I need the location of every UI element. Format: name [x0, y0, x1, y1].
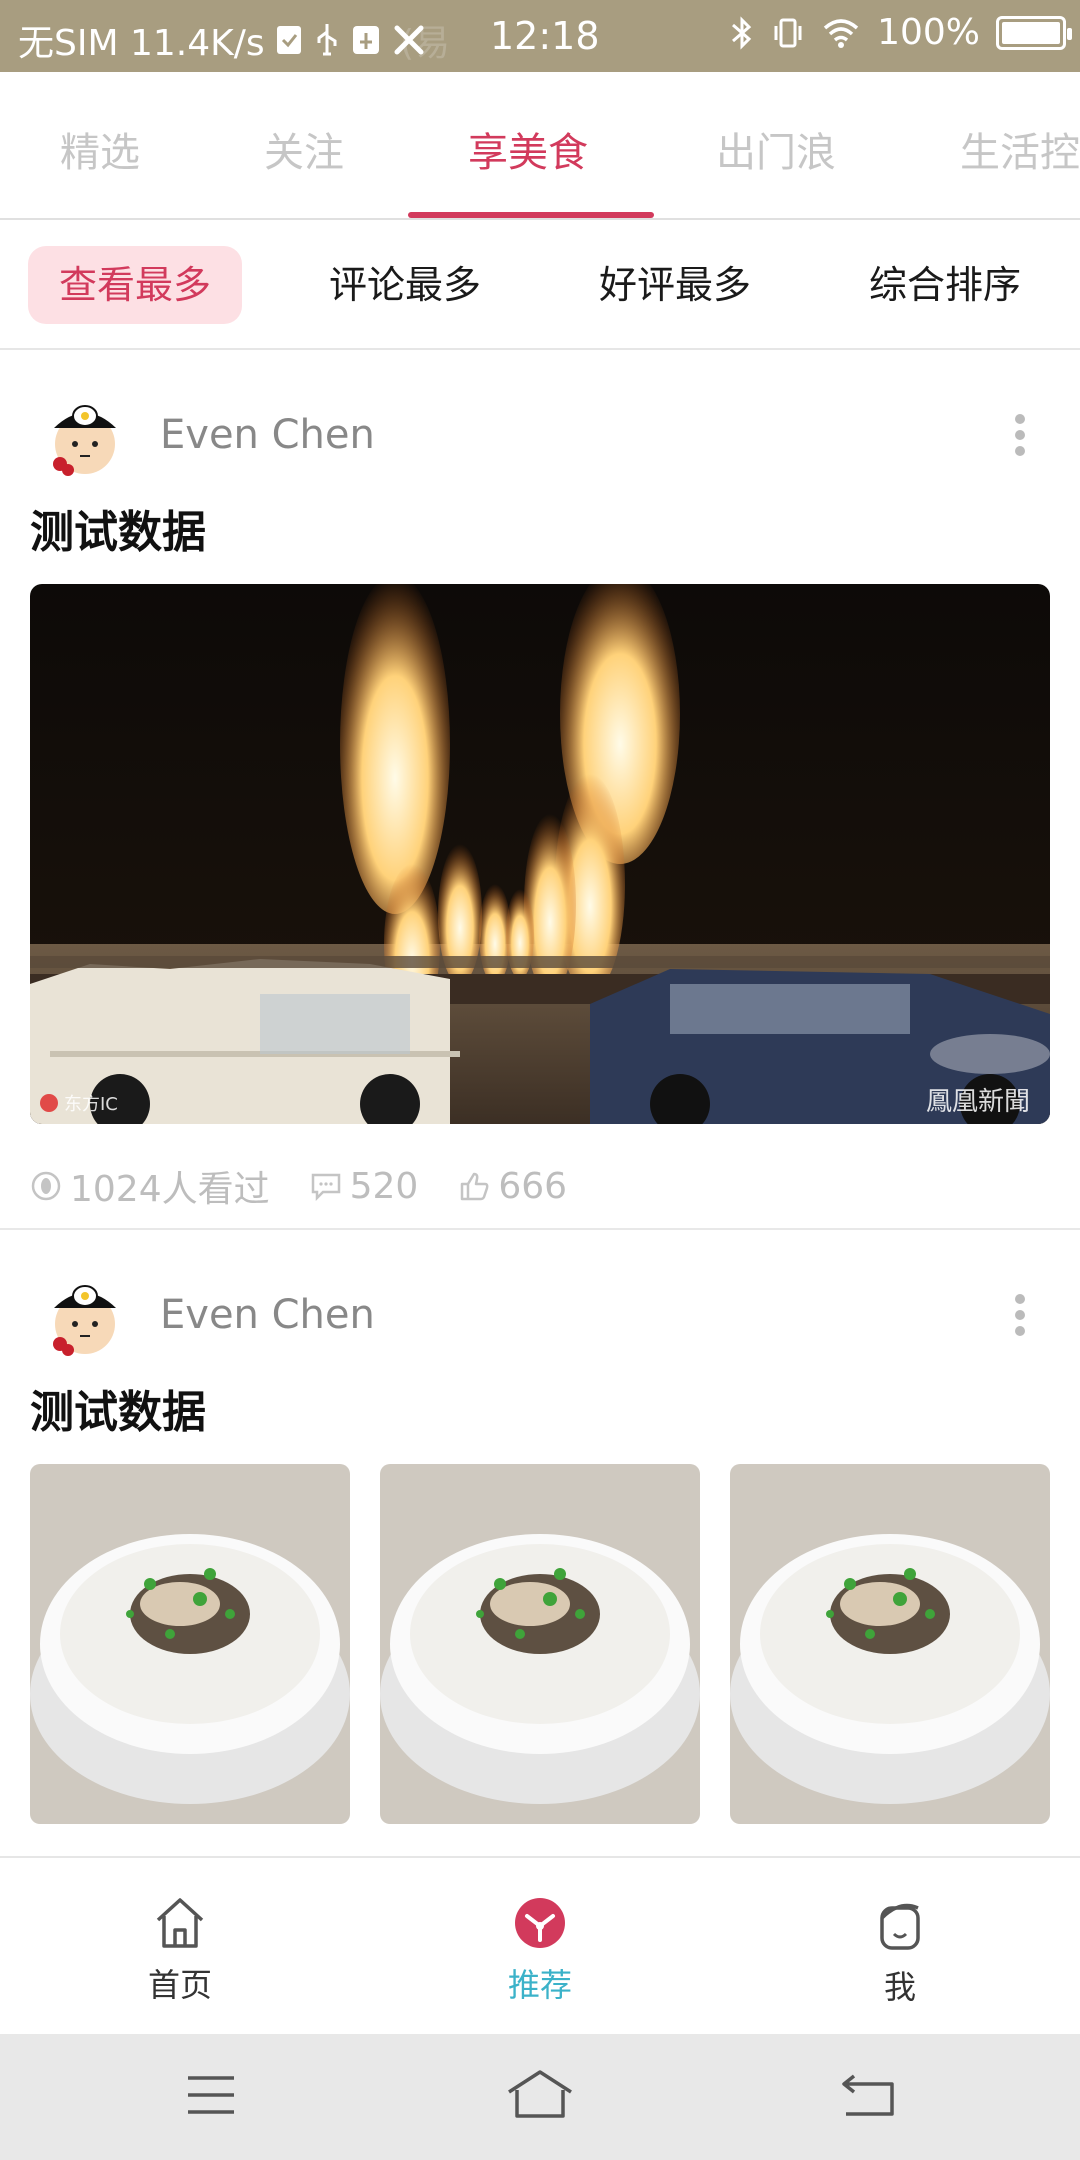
sort-overall[interactable]: 综合排序	[838, 246, 1052, 324]
congee-photo	[380, 1464, 700, 1824]
menu-icon[interactable]	[186, 2072, 236, 2118]
post-image-thumb[interactable]	[730, 1464, 1050, 1824]
tab-food[interactable]: 享美食	[468, 120, 588, 178]
sort-most-comments[interactable]: 评论最多	[298, 246, 512, 324]
nav-me[interactable]: 我	[820, 1896, 980, 2008]
avatar[interactable]	[42, 394, 128, 480]
nav-me-label: 我	[883, 1968, 916, 2006]
battery-icon	[996, 15, 1072, 50]
recommend-icon	[515, 1898, 565, 1948]
status-bar: 无SIM 11.4K/s (易 12:18 100%	[0, 0, 1080, 72]
congee-photo	[30, 1464, 350, 1824]
profile-icon	[880, 1903, 920, 1950]
post-title[interactable]: 测试数据	[30, 1376, 206, 1440]
author-name[interactable]: Even Chen	[160, 1292, 375, 1338]
comment-icon	[311, 1173, 340, 1202]
usb-icon	[317, 24, 337, 56]
clock: 12:18	[490, 14, 600, 58]
post-title[interactable]: 测试数据	[30, 496, 206, 560]
back-icon[interactable]	[840, 2072, 896, 2118]
status-right: 100%	[729, 12, 1072, 53]
category-tabs: 精选 关注 享美食 出门浪 生活控	[0, 72, 1080, 220]
congee-photo	[730, 1464, 1050, 1824]
comments-stat[interactable]: 520	[310, 1166, 418, 1207]
status-left: 无SIM 11.4K/s	[18, 14, 427, 66]
tab-outing[interactable]: 出门浪	[716, 120, 836, 178]
nav-recommend-label: 推荐	[507, 1966, 572, 2004]
tab-lifestyle[interactable]: 生活控	[960, 120, 1080, 178]
wifi-icon	[823, 18, 859, 48]
home-icon	[156, 1898, 204, 1948]
sim-icon	[276, 26, 301, 54]
bluetooth-icon	[732, 15, 752, 50]
sort-best-rated[interactable]: 好评最多	[568, 246, 782, 324]
watermark-right: 鳳凰新聞	[925, 1087, 1030, 1117]
bottom-navigation: 首页 推荐 我	[0, 1856, 1080, 2034]
watermark-left: 东方IC	[40, 1090, 118, 1116]
nav-home-label: 首页	[147, 1966, 212, 2004]
tab-following[interactable]: 关注	[264, 120, 344, 178]
post-image[interactable]: 东方IC 鳳凰新聞	[30, 584, 1050, 1124]
post-divider	[0, 1228, 1080, 1230]
author-name[interactable]: Even Chen	[160, 412, 375, 458]
sort-options: 查看最多 评论最多 好评最多 综合排序	[0, 220, 1080, 350]
system-navigation-bar	[0, 2034, 1080, 2160]
likes-stat[interactable]: 666	[458, 1166, 567, 1207]
avatar[interactable]	[42, 1274, 128, 1360]
nav-recommend[interactable]: 推荐	[460, 1896, 620, 2006]
eye-icon	[31, 1171, 61, 1201]
feed-post[interactable]: Even Chen 测试数据	[0, 1232, 1080, 1854]
post-stats: 1024人看过 520 666	[30, 1160, 607, 1212]
tab-featured[interactable]: 精选	[60, 120, 140, 178]
more-options-icon[interactable]	[1008, 1294, 1032, 1336]
views-stat: 1024人看过	[30, 1160, 270, 1212]
more-options-icon[interactable]	[1008, 414, 1032, 456]
flame-cars-photo	[30, 584, 1050, 1124]
nav-home[interactable]: 首页	[100, 1896, 260, 2006]
active-tab-indicator	[408, 212, 654, 218]
post-image-thumb[interactable]	[30, 1464, 350, 1824]
feed-post[interactable]: Even Chen 测试数据	[0, 352, 1080, 1230]
post-image-thumb[interactable]	[380, 1464, 700, 1824]
battery-percent: 100%	[877, 12, 980, 53]
home-button-icon[interactable]	[505, 2068, 575, 2120]
carrier-speed: 无SIM 11.4K/s	[18, 23, 265, 64]
usb-debug-icon	[352, 26, 379, 54]
thumbs-up-icon	[461, 1172, 489, 1201]
sort-most-viewed[interactable]: 查看最多	[28, 246, 242, 324]
notification-ghost-text: (易	[400, 23, 451, 64]
vibrate-icon	[774, 18, 802, 47]
